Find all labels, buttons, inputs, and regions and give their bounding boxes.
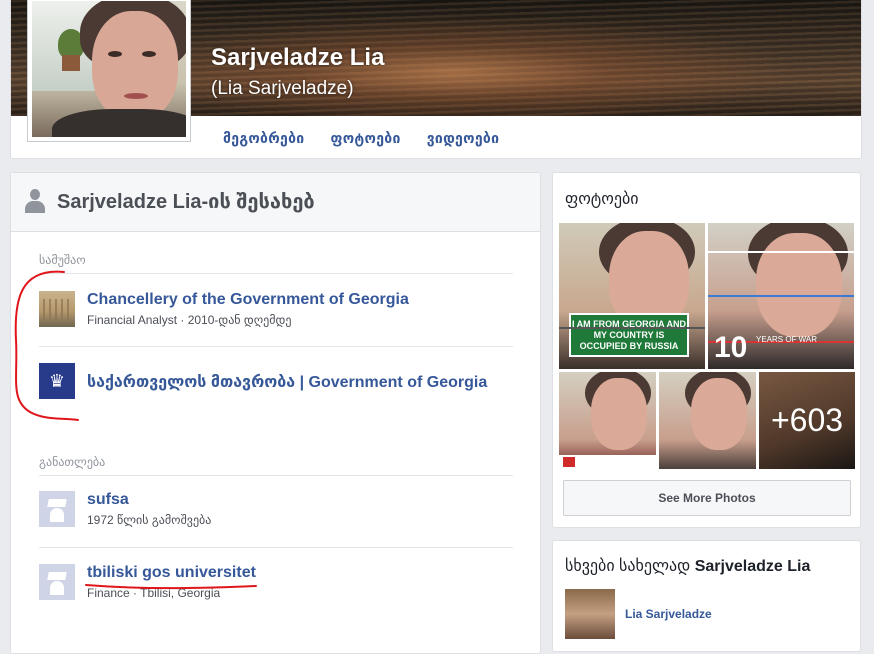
government-logo-icon[interactable]: ♛ [39,363,75,399]
photo-thumbnail[interactable]: I AM FROM GEORGIA AND MY COUNTRY IS OCCU… [559,223,705,369]
photo-thumbnail[interactable] [559,372,656,469]
profile-alternate-name: (Lia Sarjveladze) [211,78,354,99]
photos-card: ფოტოები I AM FROM GEORGIA AND MY COUNTRY… [552,172,861,528]
others-title-name: Sarjveladze Lia [694,558,811,575]
photos-title[interactable]: ფოტოები [565,189,639,209]
avatar[interactable] [565,589,615,639]
photo-thumbnail-more[interactable]: +603 [759,372,855,469]
work-entry: ♛ საქართველოს მთავრობა | Government of G… [39,363,513,407]
about-card: Sarjveladze Lia-ის შესახებ სამუშაო Chanc… [10,172,541,654]
photo-thumbnail[interactable] [659,372,756,469]
profile-tabs: მეგობრები ფოტოები ვიდეოები [223,130,499,147]
building-icon[interactable] [39,291,75,327]
work-section-label: სამუშაო [39,253,86,267]
education-entry-title[interactable]: sufsa [87,491,129,509]
sign-text: I AM FROM GEORGIA AND MY COUNTRY IS OCCU… [569,313,689,357]
graduation-cap-icon[interactable] [39,491,75,527]
others-title: სხვები სახელად Sarjveladze Lia [565,556,810,576]
others-same-name-card: სხვები სახელად Sarjveladze Lia Lia Sarjv… [552,540,861,652]
photo-thumbnail[interactable]: 10 YEARS OF WAR [708,223,854,369]
work-entry-title[interactable]: საქართველოს მთავრობა | Government of Geo… [87,372,487,392]
education-entry-title[interactable]: tbiliski gos universitet [87,564,256,582]
education-section-label: განათლება [39,455,106,469]
see-more-photos-button[interactable]: See More Photos [563,480,851,516]
tab-photos[interactable]: ფოტოები [331,130,401,147]
education-entry-subtitle: 1972 წლის გამოშვება [87,513,212,527]
education-entry: sufsa 1972 წლის გამოშვება [39,491,513,535]
about-header: Sarjveladze Lia-ის შესახებ [11,173,540,232]
more-photos-count: +603 [759,372,855,469]
profile-name[interactable]: Sarjveladze Lia [211,44,384,72]
divider [39,273,513,274]
person-icon [24,189,46,213]
education-entry: tbiliski gos universitet Finance · Tbili… [39,564,513,608]
graduation-cap-icon[interactable] [39,564,75,600]
profile-header: Sarjveladze Lia (Lia Sarjveladze) მეგობრ… [10,0,862,159]
tab-videos[interactable]: ვიდეოები [427,130,500,147]
years-of-war-text: YEARS OF WAR [756,335,818,344]
work-entry: Chancellery of the Government of Georgia… [39,291,513,335]
work-entry-subtitle: Financial Analyst · 2010-დან დღემდე [87,313,292,327]
work-entry-title[interactable]: Chancellery of the Government of Georgia [87,291,409,309]
about-title: Sarjveladze Lia-ის შესახებ [57,191,315,213]
others-title-prefix: სხვები სახელად [565,558,695,575]
divider [39,475,513,476]
divider [39,346,513,347]
divider [39,547,513,548]
education-entry-subtitle: Finance · Tbilisi, Georgia [87,586,221,600]
tab-friends[interactable]: მეგობრები [223,130,305,147]
profile-picture[interactable] [27,0,191,142]
ten-years-number: 10 [714,331,748,364]
other-person-link[interactable]: Lia Sarjveladze [625,607,712,621]
